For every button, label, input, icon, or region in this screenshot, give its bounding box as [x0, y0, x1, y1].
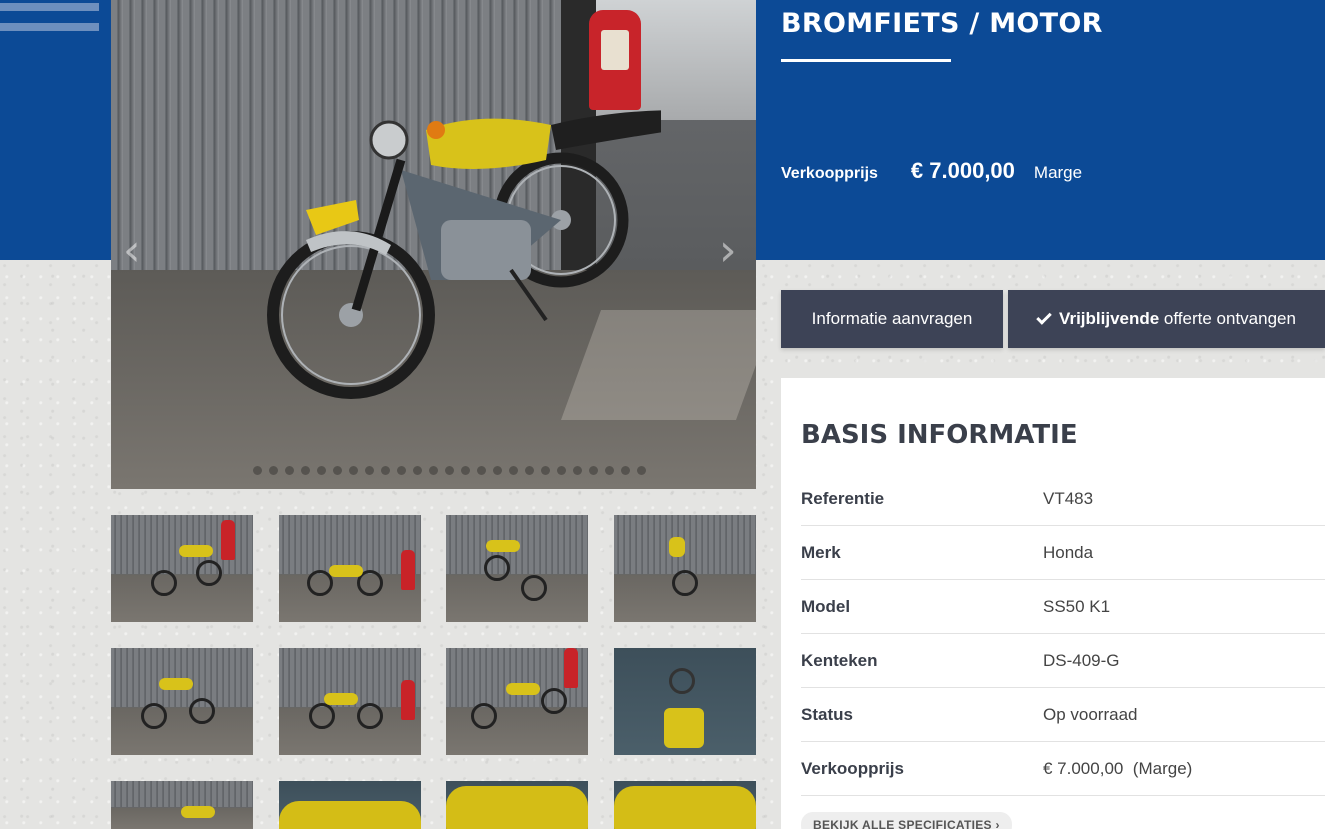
carousel-dot[interactable] — [541, 466, 550, 475]
carousel-dot[interactable] — [509, 466, 518, 475]
carousel-dot[interactable] — [333, 466, 342, 475]
spec-row-brand: Merk Honda — [801, 526, 1325, 580]
carousel-dot[interactable] — [621, 466, 630, 475]
thumbnail-12[interactable] — [614, 781, 756, 829]
carousel-dot[interactable] — [381, 466, 390, 475]
request-info-button[interactable]: Informatie aanvragen — [781, 290, 1003, 348]
carousel-dot[interactable] — [365, 466, 374, 475]
price-label: Verkoopprijs — [781, 165, 878, 182]
spec-value: € 7.000,00 (Marge) — [1043, 758, 1193, 778]
carousel-dot[interactable] — [445, 466, 454, 475]
carousel-dot[interactable] — [637, 466, 646, 475]
offer-bold-label: Vrijblijvende — [1059, 309, 1160, 328]
basis-info-title: BASIS INFORMATIE — [801, 420, 1078, 450]
prev-arrow[interactable]: ‹ — [123, 225, 141, 276]
carousel-dot[interactable] — [301, 466, 310, 475]
thumbnail-6[interactable] — [279, 648, 421, 755]
carousel-dot[interactable] — [589, 466, 598, 475]
thumbnail-4[interactable] — [614, 515, 756, 622]
carousel-dot[interactable] — [493, 466, 502, 475]
carousel-dot[interactable] — [429, 466, 438, 475]
carousel-dot[interactable] — [525, 466, 534, 475]
carousel-dot[interactable] — [285, 466, 294, 475]
thumbnail-8[interactable] — [614, 648, 756, 755]
basis-info-panel: BASIS INFORMATIE Referentie VT483 Merk H… — [781, 378, 1325, 829]
spec-value: Honda — [1043, 542, 1094, 562]
spec-label: Kenteken — [801, 650, 878, 670]
thumbnail-11[interactable] — [446, 781, 588, 829]
carousel-dot[interactable] — [605, 466, 614, 475]
spec-row-price: Verkoopprijs € 7.000,00 (Marge) — [801, 742, 1325, 796]
thumbnail-10[interactable] — [279, 781, 421, 829]
spec-row-status: Status Op voorraad — [801, 688, 1325, 742]
thumbnail-3[interactable] — [446, 515, 588, 622]
thumbnail-1[interactable] — [111, 515, 253, 622]
carousel-dot[interactable] — [253, 466, 262, 475]
spec-label: Referentie — [801, 488, 885, 508]
price-vat-type: Marge — [1033, 163, 1083, 182]
offer-label: offerte ontvangen — [1159, 309, 1296, 328]
thumbnail-9[interactable] — [111, 781, 253, 829]
spec-label: Merk — [801, 542, 841, 562]
carousel-dots[interactable] — [253, 466, 646, 475]
request-offer-button[interactable]: Vrijblijvende offerte ontvangen — [1008, 290, 1325, 348]
next-arrow[interactable]: › — [719, 225, 737, 276]
spec-row-license-plate: Kenteken DS-409-G — [801, 634, 1325, 688]
main-photo[interactable]: ‹ › — [111, 0, 756, 489]
carousel-dot[interactable] — [413, 466, 422, 475]
carousel-dot[interactable] — [477, 466, 486, 475]
spec-label: Status — [801, 704, 853, 724]
thumbnail-5[interactable] — [111, 648, 253, 755]
price-value: € 7.000,00 — [910, 158, 1015, 183]
carousel-dot[interactable] — [557, 466, 566, 475]
extinguisher-label — [601, 30, 629, 70]
carousel-dot[interactable] — [461, 466, 470, 475]
spec-value: SS50 K1 — [1043, 596, 1111, 616]
title-underline — [781, 59, 951, 62]
thumbnail-2[interactable] — [279, 515, 421, 622]
spec-value: DS-409-G — [1043, 650, 1120, 670]
spec-row-reference: Referentie VT483 — [801, 472, 1325, 526]
menu-icon[interactable] — [0, 0, 99, 43]
spec-label: Verkoopprijs — [801, 758, 904, 778]
all-specs-link[interactable]: BEKIJK ALLE SPECIFICATIES › — [801, 812, 1012, 829]
spec-label: Model — [801, 596, 851, 616]
carousel-dot[interactable] — [317, 466, 326, 475]
carousel-dot[interactable] — [269, 466, 278, 475]
carousel-dot[interactable] — [397, 466, 406, 475]
check-icon — [1036, 309, 1052, 325]
carousel-dot[interactable] — [573, 466, 582, 475]
spec-row-model: Model SS50 K1 — [801, 580, 1325, 634]
spec-value: VT483 — [1043, 488, 1094, 508]
page-title: BROMFIETS / MOTOR — [781, 8, 1103, 39]
price-row: Verkoopprijs € 7.000,00 Marge — [781, 158, 1082, 184]
thumbnail-7[interactable] — [446, 648, 588, 755]
spec-value: Op voorraad — [1043, 704, 1138, 724]
carousel-dot[interactable] — [349, 466, 358, 475]
